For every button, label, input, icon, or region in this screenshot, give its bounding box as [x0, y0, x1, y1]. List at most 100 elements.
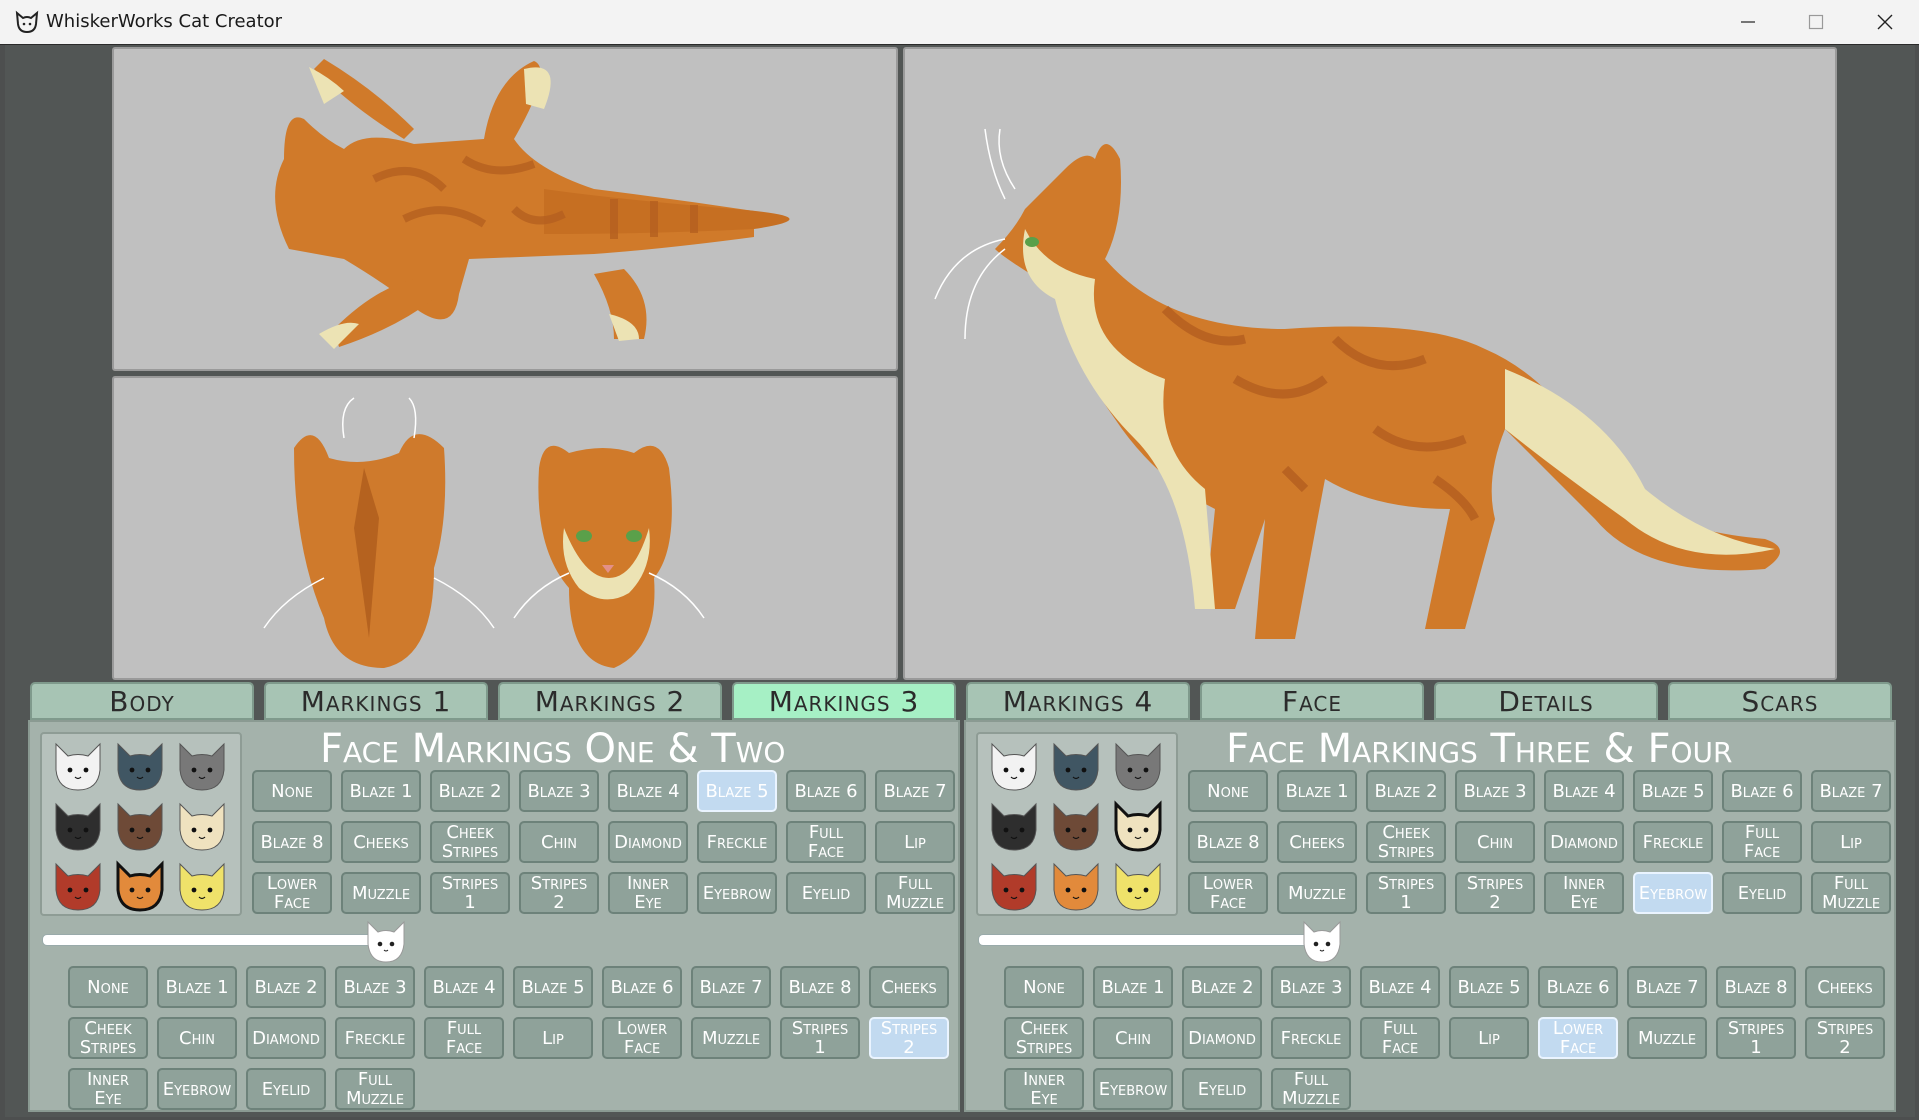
option-full-face-button[interactable]: Full Face: [1360, 1017, 1440, 1059]
option-cheeks-button[interactable]: Cheeks: [1277, 821, 1357, 863]
option-full-face-button[interactable]: Full Face: [424, 1017, 504, 1059]
tab-markings-1[interactable]: Markings 1: [264, 682, 488, 720]
option-blaze-8-button[interactable]: Blaze 8: [252, 821, 332, 863]
option-cheeks-button[interactable]: Cheeks: [1805, 966, 1885, 1008]
option-chin-button[interactable]: Chin: [157, 1017, 237, 1059]
option-full-face-button[interactable]: Full Face: [1722, 821, 1802, 863]
option-lower-face-button[interactable]: Lower Face: [252, 872, 332, 914]
color-swatch-cat-icon[interactable]: [112, 800, 168, 854]
option-blaze-2-button[interactable]: Blaze 2: [1182, 966, 1262, 1008]
option-stripes-2-button[interactable]: Stripes 2: [519, 872, 599, 914]
tab-markings-4[interactable]: Markings 4: [966, 682, 1190, 720]
color-swatch-cat-icon[interactable]: [112, 740, 168, 794]
option-chin-button[interactable]: Chin: [519, 821, 599, 863]
color-swatch-cat-icon[interactable]: [112, 860, 168, 914]
option-blaze-6-button[interactable]: Blaze 6: [1722, 770, 1802, 812]
tab-details[interactable]: Details: [1434, 682, 1658, 720]
option-blaze-4-button[interactable]: Blaze 4: [424, 966, 504, 1008]
option-cheeks-button[interactable]: Cheeks: [869, 966, 949, 1008]
option-blaze-5-button[interactable]: Blaze 5: [513, 966, 593, 1008]
option-stripes-2-button[interactable]: Stripes 2: [1805, 1017, 1885, 1059]
option-eyelid-button[interactable]: Eyelid: [1182, 1068, 1262, 1110]
option-lip-button[interactable]: Lip: [875, 821, 955, 863]
option-diamond-button[interactable]: Diamond: [1182, 1017, 1262, 1059]
option-blaze-3-button[interactable]: Blaze 3: [335, 966, 415, 1008]
option-inner-eye-button[interactable]: Inner Eye: [1544, 872, 1624, 914]
option-blaze-1-button[interactable]: Blaze 1: [341, 770, 421, 812]
tab-scars[interactable]: Scars: [1668, 682, 1892, 720]
option-muzzle-button[interactable]: Muzzle: [341, 872, 421, 914]
option-stripes-2-button[interactable]: Stripes 2: [869, 1017, 949, 1059]
tab-face[interactable]: Face: [1200, 682, 1424, 720]
option-blaze-8-button[interactable]: Blaze 8: [1188, 821, 1268, 863]
option-lip-button[interactable]: Lip: [513, 1017, 593, 1059]
option-blaze-1-button[interactable]: Blaze 1: [157, 966, 237, 1008]
option-eyelid-button[interactable]: Eyelid: [1722, 872, 1802, 914]
option-blaze-7-button[interactable]: Blaze 7: [1627, 966, 1707, 1008]
tab-body[interactable]: Body: [30, 682, 254, 720]
opacity-slider[interactable]: [42, 934, 384, 946]
option-inner-eye-button[interactable]: Inner Eye: [1004, 1068, 1084, 1110]
color-swatch-cat-icon[interactable]: [50, 860, 106, 914]
option-blaze-7-button[interactable]: Blaze 7: [1811, 770, 1891, 812]
option-blaze-6-button[interactable]: Blaze 6: [786, 770, 866, 812]
option-blaze-6-button[interactable]: Blaze 6: [602, 966, 682, 1008]
option-none-button[interactable]: None: [1004, 966, 1084, 1008]
option-muzzle-button[interactable]: Muzzle: [1627, 1017, 1707, 1059]
option-stripes-1-button[interactable]: Stripes 1: [1716, 1017, 1796, 1059]
option-chin-button[interactable]: Chin: [1455, 821, 1535, 863]
opacity-slider[interactable]: [978, 934, 1320, 946]
color-swatch-cat-icon[interactable]: [1048, 740, 1104, 794]
option-blaze-2-button[interactable]: Blaze 2: [1366, 770, 1446, 812]
option-stripes-2-button[interactable]: Stripes 2: [1455, 872, 1535, 914]
option-lip-button[interactable]: Lip: [1811, 821, 1891, 863]
minimize-button[interactable]: [1713, 0, 1783, 44]
option-full-muzzle-button[interactable]: Full Muzzle: [1271, 1068, 1351, 1110]
option-full-muzzle-button[interactable]: Full Muzzle: [335, 1068, 415, 1110]
option-stripes-1-button[interactable]: Stripes 1: [430, 872, 510, 914]
option-blaze-1-button[interactable]: Blaze 1: [1277, 770, 1357, 812]
option-blaze-5-button[interactable]: Blaze 5: [1633, 770, 1713, 812]
option-lip-button[interactable]: Lip: [1449, 1017, 1529, 1059]
slider-knob-cat-icon[interactable]: [362, 918, 410, 966]
option-eyebrow-button[interactable]: Eyebrow: [157, 1068, 237, 1110]
option-blaze-4-button[interactable]: Blaze 4: [1360, 966, 1440, 1008]
color-swatch-cat-icon[interactable]: [1110, 740, 1166, 794]
option-full-muzzle-button[interactable]: Full Muzzle: [875, 872, 955, 914]
close-button[interactable]: [1850, 0, 1919, 44]
option-eyelid-button[interactable]: Eyelid: [246, 1068, 326, 1110]
option-cheeks-button[interactable]: Cheeks: [341, 821, 421, 863]
option-freckle-button[interactable]: Freckle: [1633, 821, 1713, 863]
option-lower-face-button[interactable]: Lower Face: [1188, 872, 1268, 914]
option-blaze-6-button[interactable]: Blaze 6: [1538, 966, 1618, 1008]
option-muzzle-button[interactable]: Muzzle: [691, 1017, 771, 1059]
option-freckle-button[interactable]: Freckle: [697, 821, 777, 863]
color-swatch-cat-icon[interactable]: [50, 740, 106, 794]
option-cheek-stripes-button[interactable]: Cheek Stripes: [430, 821, 510, 863]
color-swatch-cat-icon[interactable]: [1048, 860, 1104, 914]
option-muzzle-button[interactable]: Muzzle: [1277, 872, 1357, 914]
option-blaze-7-button[interactable]: Blaze 7: [875, 770, 955, 812]
option-blaze-1-button[interactable]: Blaze 1: [1093, 966, 1173, 1008]
option-none-button[interactable]: None: [1188, 770, 1268, 812]
option-blaze-5-button[interactable]: Blaze 5: [697, 770, 777, 812]
color-swatch-cat-icon[interactable]: [1048, 800, 1104, 854]
option-eyelid-button[interactable]: Eyelid: [786, 872, 866, 914]
option-chin-button[interactable]: Chin: [1093, 1017, 1173, 1059]
option-eyebrow-button[interactable]: Eyebrow: [1633, 872, 1713, 914]
option-eyebrow-button[interactable]: Eyebrow: [1093, 1068, 1173, 1110]
option-blaze-3-button[interactable]: Blaze 3: [1455, 770, 1535, 812]
option-diamond-button[interactable]: Diamond: [246, 1017, 326, 1059]
tab-markings-2[interactable]: Markings 2: [498, 682, 722, 720]
option-eyebrow-button[interactable]: Eyebrow: [697, 872, 777, 914]
color-swatch-cat-icon[interactable]: [174, 740, 230, 794]
option-stripes-1-button[interactable]: Stripes 1: [1366, 872, 1446, 914]
color-swatch-cat-icon[interactable]: [986, 860, 1042, 914]
color-swatch-cat-icon[interactable]: [174, 860, 230, 914]
option-diamond-button[interactable]: Diamond: [1544, 821, 1624, 863]
option-blaze-5-button[interactable]: Blaze 5: [1449, 966, 1529, 1008]
option-diamond-button[interactable]: Diamond: [608, 821, 688, 863]
option-blaze-2-button[interactable]: Blaze 2: [246, 966, 326, 1008]
option-blaze-7-button[interactable]: Blaze 7: [691, 966, 771, 1008]
option-lower-face-button[interactable]: Lower Face: [1538, 1017, 1618, 1059]
